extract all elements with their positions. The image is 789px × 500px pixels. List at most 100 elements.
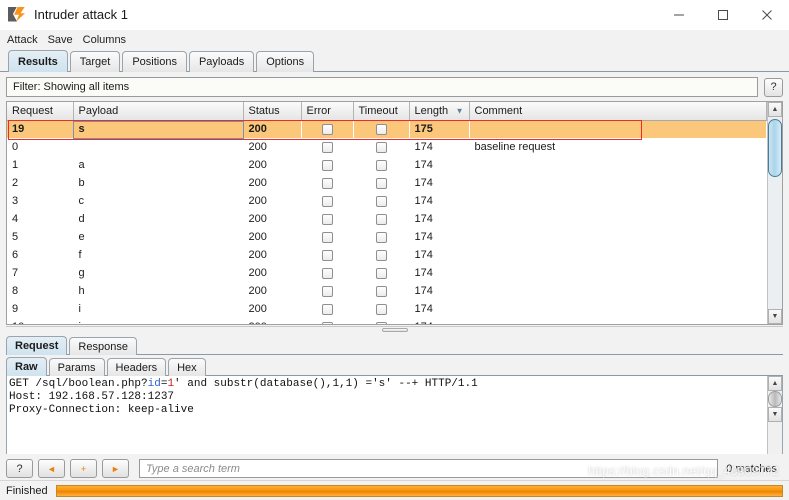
search-help-icon[interactable]: ? [6,459,33,478]
results-scrollbar[interactable]: ▲ ▼ [767,102,782,324]
timeout-checkbox[interactable] [375,267,387,279]
column-header-timeout[interactable]: Timeout [353,102,410,121]
maximize-icon[interactable] [701,0,745,30]
tab-hex[interactable]: Hex [168,358,206,376]
tab-params[interactable]: Params [48,358,105,376]
tab-headers[interactable]: Headers [106,358,167,376]
menu-item-attack[interactable]: Attack [7,33,44,47]
tab-target[interactable]: Target [69,51,121,72]
scroll-up-icon[interactable]: ▲ [768,102,782,117]
cell-status: 200 [248,159,267,171]
table-row[interactable]: 19 s 200 175 [7,120,767,138]
cell-status: 200 [248,141,267,153]
request-method-path: GET /sql/boolean.php? [9,378,148,390]
column-header-status[interactable]: Status [243,102,302,121]
timeout-checkbox[interactable] [375,231,387,243]
table-row[interactable]: 2 b 200 174 [7,174,767,192]
request-payload-suffix: ' and substr(database(),1,1) ='s' --+ HT… [174,378,478,390]
cell-comment[interactable] [469,156,767,174]
timeout-checkbox[interactable] [375,159,387,171]
results-scroll-thumb[interactable] [768,119,782,177]
tab-results[interactable]: Results [8,50,68,72]
cell-comment[interactable] [469,300,767,318]
tab-raw[interactable]: Raw [6,357,47,376]
request-scrollbar[interactable]: ▲ ▼ [767,376,782,454]
column-header-error[interactable]: Error [301,102,354,121]
splitter-grip[interactable] [381,328,408,332]
error-checkbox[interactable] [321,213,333,225]
cell-payload: s [73,120,243,138]
table-row[interactable]: 1 a 200 174 [7,156,767,174]
request-raw-text[interactable]: GET /sql/boolean.php?id=1' and substr(da… [7,376,767,454]
cell-comment[interactable] [469,174,767,192]
request-scroll-up-icon[interactable]: ▲ [768,376,782,391]
column-header-request[interactable]: Request [7,102,74,121]
cell-comment[interactable] [469,246,767,264]
cell-comment[interactable] [469,192,767,210]
table-row[interactable]: 10 j 200 174 [7,318,767,324]
search-next-icon[interactable]: ► [102,459,129,478]
tab-options[interactable]: Options [256,51,315,72]
minimize-icon[interactable] [657,0,701,30]
tab-request[interactable]: Request [6,336,68,355]
tab-positions[interactable]: Positions [122,51,187,72]
column-header-payload[interactable]: Payload [73,102,244,121]
timeout-checkbox[interactable] [375,177,387,189]
table-row[interactable]: 5 e 200 174 [7,228,767,246]
timeout-checkbox[interactable] [375,195,387,207]
scroll-down-icon[interactable]: ▼ [768,309,782,324]
error-checkbox[interactable] [321,285,333,297]
column-header-comment[interactable]: Comment [469,102,767,121]
column-header-length[interactable]: Length ▼ [409,102,470,121]
error-checkbox[interactable] [321,249,333,261]
cell-comment[interactable] [469,318,767,324]
menu-item-save[interactable]: Save [48,33,79,47]
close-icon[interactable] [745,0,789,30]
panel-splitter[interactable] [0,325,789,335]
table-row[interactable]: 0 200 174 baseline request [7,138,767,156]
cell-comment[interactable]: baseline request [469,138,767,156]
cell-comment[interactable] [469,264,767,282]
error-checkbox[interactable] [321,303,333,315]
cell-comment[interactable] [469,282,767,300]
error-checkbox[interactable] [321,195,333,207]
cell-length: 174 [414,159,433,171]
timeout-checkbox[interactable] [375,303,387,315]
cell-request: 3 [12,195,19,207]
error-checkbox[interactable] [321,159,333,171]
error-checkbox[interactable] [321,321,333,324]
timeout-checkbox[interactable] [375,141,387,153]
table-row[interactable]: 3 c 200 174 [7,192,767,210]
intruder-attack-window: Intruder attack 1 Attack Save Columns Re… [0,0,789,500]
search-previous-icon[interactable]: ◄ [38,459,65,478]
request-scroll-down-icon[interactable]: ▼ [768,407,782,422]
error-checkbox[interactable] [321,141,333,153]
cell-comment[interactable] [469,210,767,228]
timeout-checkbox[interactable] [375,249,387,261]
menu-item-columns[interactable]: Columns [83,33,132,47]
filter-bar[interactable]: Filter: Showing all items [6,77,758,97]
table-row[interactable]: 8 h 200 174 [7,282,767,300]
timeout-checkbox[interactable] [375,123,387,135]
results-scroll-track[interactable] [768,117,782,309]
cell-request: 8 [12,285,19,297]
error-checkbox[interactable] [321,267,333,279]
error-checkbox[interactable] [321,177,333,189]
timeout-checkbox[interactable] [375,285,387,297]
error-checkbox[interactable] [321,123,333,135]
table-row[interactable]: 9 i 200 174 [7,300,767,318]
cell-comment[interactable] [469,120,767,138]
table-row[interactable]: 4 d 200 174 [7,210,767,228]
error-checkbox[interactable] [321,231,333,243]
search-add-icon[interactable]: + [70,459,97,478]
request-scroll-thumb[interactable] [768,391,782,407]
table-row[interactable]: 6 f 200 174 [7,246,767,264]
tab-payloads[interactable]: Payloads [188,51,255,72]
timeout-checkbox[interactable] [375,213,387,225]
tab-response[interactable]: Response [69,337,137,355]
timeout-checkbox[interactable] [375,321,387,324]
cell-comment[interactable] [469,228,767,246]
table-row[interactable]: 7 g 200 174 [7,264,767,282]
search-input[interactable]: Type a search term [139,459,719,478]
filter-help-icon[interactable]: ? [764,77,783,97]
